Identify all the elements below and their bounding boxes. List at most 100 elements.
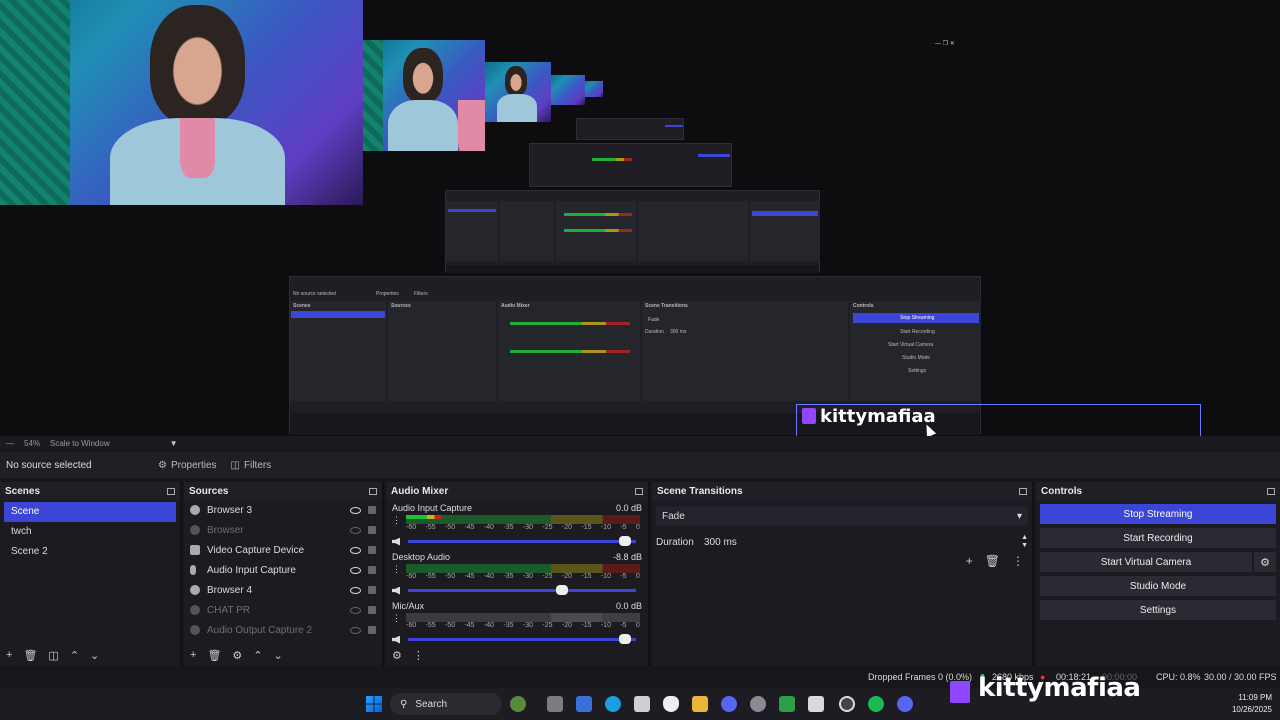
- edge-icon[interactable]: [605, 696, 621, 712]
- add-icon[interactable]: +: [190, 649, 196, 661]
- eye-icon[interactable]: [350, 566, 361, 574]
- properties-button[interactable]: ⚙ Properties: [158, 460, 217, 471]
- undock-icon[interactable]: [167, 487, 175, 495]
- weather-icon[interactable]: [510, 696, 526, 712]
- zoom-minus-icon[interactable]: —: [6, 439, 14, 448]
- meter-ticks: -60 -55 -50 -45 -40 -35 -30 -25 -20 -15 -10 -5 0: [406, 622, 640, 629]
- lock-icon[interactable]: [368, 546, 376, 554]
- stop-streaming-button[interactable]: Stop Streaming: [1040, 504, 1276, 524]
- menu-dots-icon[interactable]: ⋮: [392, 564, 401, 575]
- source-item[interactable]: Audio Input Capture: [184, 560, 382, 580]
- preview-canvas[interactable]: — ❐ ✕ No source selected Properties Filt…: [0, 0, 1280, 436]
- source-item[interactable]: Browser: [184, 520, 382, 540]
- arrow-up-icon[interactable]: ⌃: [253, 649, 262, 662]
- undock-icon[interactable]: [369, 487, 377, 495]
- start-recording-button[interactable]: Start Recording: [1040, 528, 1276, 548]
- scene-item-scene[interactable]: Scene: [4, 502, 176, 522]
- menu-dots-icon[interactable]: ⋮: [392, 613, 401, 624]
- duration-input[interactable]: 300 ms: [704, 532, 1022, 552]
- ghost-app-icon[interactable]: [663, 696, 679, 712]
- add-icon[interactable]: +: [6, 649, 12, 661]
- source-item[interactable]: Browser 4: [184, 580, 382, 600]
- add-icon[interactable]: +: [966, 554, 973, 568]
- arrow-up-icon[interactable]: ⌃: [70, 649, 79, 662]
- filter-icon: ◫: [230, 459, 240, 471]
- mixer-toolbar: ⚙ ⋮: [386, 644, 648, 666]
- filters-button[interactable]: ◫ Filters: [231, 460, 272, 471]
- source-item[interactable]: CHAT PR: [184, 600, 382, 620]
- trash-icon[interactable]: 🗑: [985, 554, 1000, 568]
- menu-dots-icon[interactable]: ⋮: [1012, 554, 1024, 568]
- filter-icon[interactable]: ◫: [48, 649, 58, 662]
- gear-icon[interactable]: ⚙: [1254, 552, 1276, 572]
- overlay-username: kittymafiaa: [820, 406, 936, 427]
- scene-item-scene-2[interactable]: Scene 2: [4, 542, 176, 562]
- obs-icon[interactable]: [839, 696, 855, 712]
- settings-app-icon[interactable]: [750, 696, 766, 712]
- lock-icon[interactable]: [368, 506, 376, 514]
- mixer-track-db: 0.0 dB: [615, 601, 642, 611]
- xbox-icon[interactable]: [779, 696, 795, 712]
- undock-icon[interactable]: [1019, 487, 1027, 495]
- undock-icon[interactable]: [1267, 487, 1275, 495]
- lock-icon[interactable]: [368, 586, 376, 594]
- lock-icon[interactable]: [368, 626, 376, 634]
- volume-slider[interactable]: [408, 585, 636, 595]
- discord-icon[interactable]: [721, 696, 737, 712]
- eye-icon[interactable]: [350, 546, 361, 554]
- lock-icon[interactable]: [368, 526, 376, 534]
- gear-icon: ⚙: [158, 459, 167, 471]
- menu-dots-icon[interactable]: ⋮: [392, 515, 401, 526]
- spotify-icon[interactable]: [868, 696, 884, 712]
- volume-slider-handle[interactable]: [555, 585, 568, 595]
- speaker-icon[interactable]: [392, 586, 400, 595]
- start-virtual-camera-button[interactable]: Start Virtual Camera: [1040, 552, 1252, 572]
- twitch-icon: [950, 681, 970, 703]
- volume-slider[interactable]: [408, 634, 636, 644]
- transition-select[interactable]: Fade ▾: [656, 506, 1028, 526]
- source-item[interactable]: Video Capture Device: [184, 540, 382, 560]
- nested-obs-ui-3: [529, 143, 732, 187]
- arrow-down-icon[interactable]: ⌄: [274, 649, 283, 662]
- arrow-down-icon[interactable]: ⌄: [90, 649, 99, 662]
- eye-icon[interactable]: [350, 586, 361, 594]
- store-icon[interactable]: [634, 696, 650, 712]
- volume-slider-handle[interactable]: [619, 536, 632, 546]
- eye-hidden-icon[interactable]: [350, 606, 361, 614]
- source-item[interactable]: Browser 3: [184, 500, 382, 520]
- discord-2-icon[interactable]: [897, 696, 913, 712]
- menu-dots-icon[interactable]: ⋮: [413, 649, 424, 662]
- trash-icon[interactable]: 🗑: [207, 649, 221, 662]
- duration-stepper-icon[interactable]: ▲ ▼: [1021, 534, 1028, 550]
- scenes-toolbar: + 🗑 ◫ ⌃ ⌄: [0, 644, 180, 666]
- chevron-down-icon[interactable]: ▼: [170, 439, 178, 448]
- system-clock[interactable]: 11:09 PM 10/26/2025: [1222, 692, 1272, 716]
- lock-icon[interactable]: [368, 606, 376, 614]
- scene-item-twch[interactable]: twch: [4, 522, 176, 542]
- chevron-down-icon: ▾: [1016, 510, 1022, 522]
- fps: 30.00 / 30.00 FPS: [1204, 672, 1277, 682]
- file-explorer-icon[interactable]: [692, 696, 708, 712]
- zoom-mode[interactable]: Scale to Window: [50, 439, 110, 448]
- studio-mode-button[interactable]: Studio Mode: [1040, 576, 1276, 596]
- speaker-icon[interactable]: [392, 635, 400, 644]
- settings-button[interactable]: Settings: [1040, 600, 1276, 620]
- gear-icon[interactable]: ⚙: [232, 649, 242, 662]
- source-item[interactable]: Audio Output Capture 2: [184, 620, 382, 640]
- speaker-icon[interactable]: [392, 537, 400, 546]
- undock-icon[interactable]: [635, 487, 643, 495]
- lock-icon[interactable]: [368, 566, 376, 574]
- controls-dock: Controls Stop Streaming Start Recording …: [1036, 482, 1280, 666]
- task-view-icon[interactable]: [547, 696, 563, 712]
- copilot-icon[interactable]: [576, 696, 592, 712]
- taskbar-search[interactable]: ⚲ Search: [390, 693, 502, 715]
- volume-slider[interactable]: [408, 536, 636, 546]
- mixer-settings-icon[interactable]: ⚙: [392, 649, 402, 662]
- volume-slider-handle[interactable]: [619, 634, 632, 644]
- eye-hidden-icon[interactable]: [350, 626, 361, 634]
- duration-row: Duration 300 ms ▲ ▼: [656, 532, 1028, 552]
- trash-icon[interactable]: 🗑: [23, 649, 37, 662]
- eye-icon[interactable]: [350, 506, 361, 514]
- eye-hidden-icon[interactable]: [350, 526, 361, 534]
- app-icon[interactable]: [808, 696, 824, 712]
